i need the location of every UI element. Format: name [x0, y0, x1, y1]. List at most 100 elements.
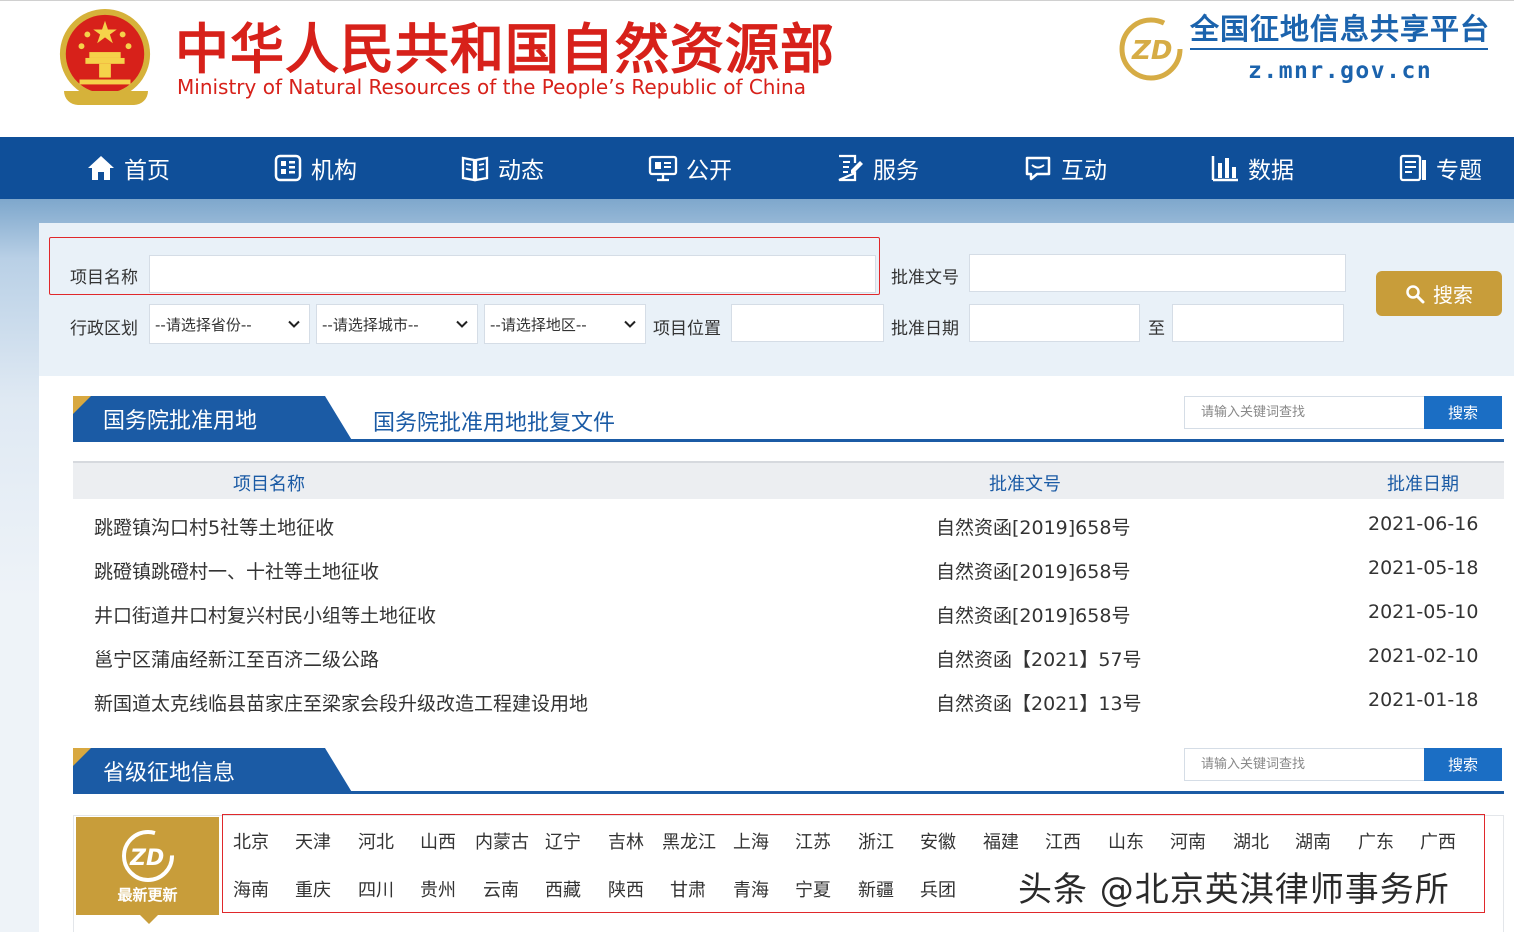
tab-provincial-info[interactable]: 省级征地信息 [73, 748, 353, 794]
province-link[interactable]: 河南 [1170, 828, 1206, 854]
region-label: 行政区划 [70, 319, 138, 339]
chevron-down-icon [624, 320, 636, 328]
city-select[interactable]: --请选择城市-- [316, 304, 478, 344]
nav-item-home[interactable]: 首页 [86, 137, 170, 199]
platform-name[interactable]: 全国征地信息共享平台 [1190, 6, 1490, 48]
keyword-search-button[interactable]: 搜索 [1424, 396, 1502, 429]
province-link[interactable]: 甘肃 [670, 876, 706, 902]
approval-date-label: 批准日期 [891, 319, 959, 339]
home-icon [88, 156, 114, 180]
district-select-value: --请选择地区-- [490, 315, 587, 334]
column-project-name: 项目名称 [233, 474, 305, 495]
nav-label: 专题 [1436, 158, 1482, 184]
nav-item-public[interactable]: 公开 [648, 137, 732, 199]
keyword-search-input[interactable] [1184, 748, 1425, 781]
location-input[interactable] [731, 304, 884, 342]
book-icon [461, 156, 489, 182]
nav-label: 动态 [498, 158, 544, 184]
province-link[interactable]: 云南 [483, 876, 519, 902]
province-link[interactable]: 湖南 [1295, 828, 1331, 854]
nav-label: 服务 [873, 158, 919, 184]
nav-label: 首页 [124, 158, 170, 184]
province-link[interactable]: 广东 [1358, 828, 1394, 854]
tab-label: 国务院批准用地 [103, 409, 258, 434]
province-link[interactable]: 青海 [733, 876, 769, 902]
province-link[interactable]: 天津 [295, 828, 331, 854]
cell-approval-date: 2021-05-10 [1368, 601, 1479, 623]
date-to-input[interactable] [1172, 304, 1344, 342]
province-link[interactable]: 兵团 [920, 876, 956, 902]
section-divider [73, 439, 1504, 442]
province-link[interactable]: 北京 [233, 828, 269, 854]
cell-approval-no: 自然资函【2021】13号 [936, 693, 1142, 715]
province-link[interactable]: 内蒙古 [475, 828, 529, 854]
province-link[interactable]: 江西 [1045, 828, 1081, 854]
city-select-value: --请选择城市-- [322, 315, 419, 334]
province-link[interactable]: 江苏 [795, 828, 831, 854]
document-edit-icon [838, 154, 863, 182]
table-row[interactable]: 跳磴镇跳磴村一、十社等土地征收 自然资函[2019]658号 2021-05-1… [73, 549, 1504, 593]
cell-approval-no: 自然资函[2019]658号 [936, 605, 1131, 627]
nav-item-organization[interactable]: 机构 [273, 137, 357, 199]
site-header: 中华人民共和国自然资源部 Ministry of Natural Resourc… [0, 0, 1514, 137]
province-link[interactable]: 宁夏 [795, 876, 831, 902]
province-link[interactable]: 海南 [233, 876, 269, 902]
search-panel [39, 223, 1514, 376]
province-link[interactable]: 广西 [1420, 828, 1456, 854]
nav-item-news[interactable]: 动态 [460, 137, 544, 199]
province-link[interactable]: 安徽 [920, 828, 956, 854]
province-link[interactable]: 西藏 [545, 876, 581, 902]
svg-text:ZD: ZD [1131, 36, 1172, 66]
cell-project-name: 邕宁区蒲庙经新江至百济二级公路 [94, 649, 380, 671]
nav-item-interaction[interactable]: 互动 [1023, 137, 1107, 199]
platform-url[interactable]: z.mnr.gov.cn [1248, 58, 1432, 84]
ministry-title: 中华人民共和国自然资源部 [175, 18, 835, 81]
district-select[interactable]: --请选择地区-- [484, 304, 646, 344]
table-header: 项目名称 批准文号 批准日期 [73, 461, 1504, 499]
province-link[interactable]: 重庆 [295, 876, 331, 902]
province-link[interactable]: 浙江 [858, 828, 894, 854]
tab-state-approved[interactable]: 国务院批准用地 [73, 396, 353, 442]
table-row[interactable]: 邕宁区蒲庙经新江至百济二级公路 自然资函【2021】57号 2021-02-10 [73, 637, 1504, 681]
province-link[interactable]: 贵州 [420, 876, 456, 902]
province-link[interactable]: 福建 [983, 828, 1019, 854]
nav-item-service[interactable]: 服务 [835, 137, 919, 199]
province-link[interactable]: 河北 [358, 828, 394, 854]
province-link[interactable]: 四川 [358, 876, 394, 902]
keyword-search-button[interactable]: 搜索 [1424, 748, 1502, 781]
column-approval-no: 批准文号 [989, 474, 1061, 495]
cell-approval-date: 2021-05-18 [1368, 557, 1479, 579]
nav-label: 公开 [686, 158, 732, 184]
province-link[interactable]: 吉林 [608, 828, 644, 854]
province-link[interactable]: 黑龙江 [662, 828, 716, 854]
tab-label: 省级征地信息 [103, 761, 236, 786]
keyword-search-input[interactable] [1184, 396, 1425, 429]
search-icon [1406, 284, 1425, 303]
province-link[interactable]: 山西 [420, 828, 456, 854]
province-link[interactable]: 辽宁 [545, 828, 581, 854]
cell-approval-no: 自然资函【2021】57号 [936, 649, 1142, 671]
table-row[interactable]: 井口街道井口村复兴村民小组等土地征收 自然资函[2019]658号 2021-0… [73, 593, 1504, 637]
cell-approval-no: 自然资函[2019]658号 [936, 517, 1131, 539]
table-row[interactable]: 跳蹬镇沟口村5社等土地征收 自然资函[2019]658号 2021-06-16 [73, 505, 1504, 549]
province-select[interactable]: --请选择省份-- [149, 304, 310, 344]
zd-logo-icon[interactable]: ZD [1119, 17, 1183, 81]
cell-project-name: 井口街道井口村复兴村民小组等土地征收 [94, 605, 437, 627]
project-name-input[interactable] [149, 255, 876, 293]
table-row[interactable]: 新国道太克线临县苗家庄至梁家会段升级改造工程建设用地 自然资函【2021】13号… [73, 681, 1504, 725]
province-link[interactable]: 上海 [733, 828, 769, 854]
nav-item-data[interactable]: 数据 [1210, 137, 1294, 199]
search-button[interactable]: 搜索 [1376, 271, 1502, 316]
province-link[interactable]: 湖北 [1233, 828, 1269, 854]
tab-approval-documents[interactable]: 国务院批准用地批复文件 [373, 405, 615, 437]
cell-project-name: 跳磴镇跳磴村一、十社等土地征收 [94, 561, 380, 583]
watermark: 头条 @北京英淇律师事务所 [1018, 870, 1450, 910]
approval-no-label: 批准文号 [891, 268, 959, 288]
date-from-input[interactable] [969, 304, 1140, 342]
province-link[interactable]: 陕西 [608, 876, 644, 902]
province-link[interactable]: 新疆 [858, 876, 894, 902]
nav-label: 机构 [311, 158, 357, 184]
approval-no-input[interactable] [969, 254, 1346, 292]
province-link[interactable]: 山东 [1108, 828, 1144, 854]
nav-item-topics[interactable]: 专题 [1398, 137, 1482, 199]
